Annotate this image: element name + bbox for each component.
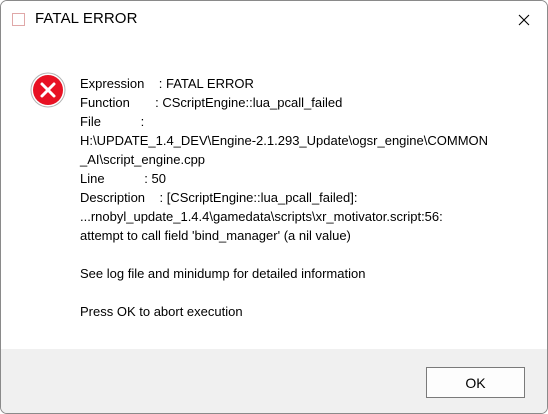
message-line-script: ...rnobyl_update_1.4.4\gamedata\scripts\… bbox=[80, 209, 443, 224]
close-icon bbox=[518, 14, 530, 26]
window-title: FATAL ERROR bbox=[35, 10, 138, 27]
info-text: See log file and minidump for detailed i… bbox=[80, 266, 366, 281]
error-icon bbox=[30, 72, 66, 108]
close-button[interactable] bbox=[501, 1, 547, 39]
error-dialog-window: FATAL ERROR Expression : FATAL ERROR Fun… bbox=[0, 0, 548, 414]
message-line-function: Function : CScriptEngine::lua_pcall_fail… bbox=[80, 95, 343, 110]
message-line-file-path-cont: _AI\script_engine.cpp bbox=[80, 152, 206, 167]
message-line-error-detail: attempt to call field 'bind_manager' (a … bbox=[80, 228, 351, 243]
title-bar[interactable]: FATAL ERROR bbox=[1, 1, 547, 39]
message-line-description: Description : [CScriptEngine::lua_pcall_… bbox=[80, 190, 358, 205]
message-line-file-label: File : bbox=[80, 114, 145, 129]
app-icon bbox=[12, 13, 25, 26]
ok-button[interactable]: OK bbox=[426, 367, 525, 398]
message-line-file-path: H:\UPDATE_1.4_DEV\Engine-2.1.293_Update\… bbox=[80, 133, 489, 148]
error-message: Expression : FATAL ERROR Function : CScr… bbox=[80, 74, 540, 321]
message-line-line: Line : 50 bbox=[80, 171, 166, 186]
prompt-text: Press OK to abort execution bbox=[80, 304, 243, 319]
dialog-footer: OK bbox=[1, 349, 547, 413]
dialog-content: Expression : FATAL ERROR Function : CScr… bbox=[1, 39, 547, 349]
message-line-expression: Expression : FATAL ERROR bbox=[80, 76, 254, 91]
